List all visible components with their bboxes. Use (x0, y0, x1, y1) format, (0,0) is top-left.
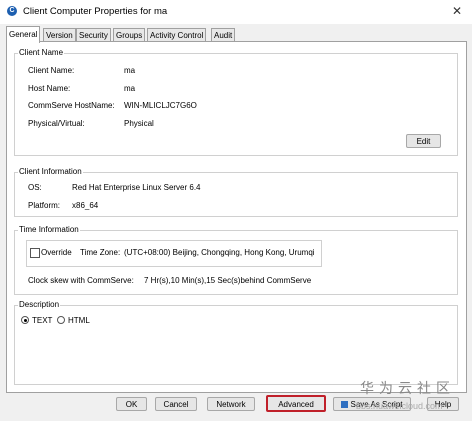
override-label: Override (41, 248, 72, 257)
watermark-text: 华为云社区 (360, 381, 455, 397)
client-name-value: ma (124, 66, 136, 75)
html-radio[interactable] (57, 316, 65, 324)
tab-version[interactable]: Version (43, 28, 76, 42)
window-title: Client Computer Properties for ma (23, 6, 168, 17)
tab-security[interactable]: Security (76, 28, 111, 42)
time-information-legend: Time Information (18, 225, 80, 234)
timezone-value[interactable]: (UTC+08:00) Beijing, Chongqing, Hong Kon… (124, 248, 315, 257)
physical-virtual-label: Physical/Virtual: (28, 119, 85, 128)
edit-button[interactable]: Edit (406, 134, 441, 148)
text-radio[interactable] (21, 316, 29, 324)
timezone-label: Time Zone: (80, 248, 121, 257)
host-name-value: ma (124, 84, 136, 93)
client-information-group (14, 172, 458, 217)
override-checkbox[interactable] (30, 248, 40, 258)
description-legend: Description (18, 300, 61, 309)
text-radio-label: TEXT (32, 316, 53, 325)
commserve-hostname-label: CommServe HostName: (28, 101, 115, 110)
description-textarea[interactable] (17, 330, 453, 380)
title-bar: C Client Computer Properties for ma ✕ (0, 0, 472, 24)
os-value: Red Hat Enterprise Linux Server 6.4 (72, 183, 201, 192)
cancel-button[interactable]: Cancel (155, 397, 197, 411)
host-name-label: Host Name: (28, 84, 71, 93)
os-label: OS: (28, 183, 42, 192)
clock-skew-label: Clock skew with CommServe: (28, 276, 134, 285)
network-button[interactable]: Network (207, 397, 255, 411)
tab-audit[interactable]: Audit (211, 28, 236, 42)
commvault-icon: C (7, 6, 17, 16)
physical-virtual-value: Physical (124, 119, 154, 128)
tab-groups[interactable]: Groups (113, 28, 146, 42)
advanced-button[interactable]: Advanced (266, 395, 326, 412)
close-icon[interactable]: ✕ (448, 3, 466, 19)
ok-button[interactable]: OK (116, 397, 147, 411)
platform-value: x86_64 (72, 201, 99, 210)
clock-skew-value: 7 Hr(s),10 Min(s),15 Sec(s)behind CommSe… (144, 276, 312, 285)
watermark-url: bbs.huaweicloud.com (356, 401, 443, 411)
platform-label: Platform: (28, 201, 61, 210)
commserve-hostname-value: WIN-MLICLJC7G6O (124, 101, 197, 110)
script-icon (341, 401, 349, 408)
tab-general[interactable]: General (6, 26, 41, 43)
html-radio-label: HTML (68, 316, 90, 325)
client-information-legend: Client Information (18, 167, 83, 176)
client-name-legend: Client Name (18, 48, 65, 57)
tab-activity-control[interactable]: Activity Control (147, 28, 207, 42)
client-name-label: Client Name: (28, 66, 75, 75)
